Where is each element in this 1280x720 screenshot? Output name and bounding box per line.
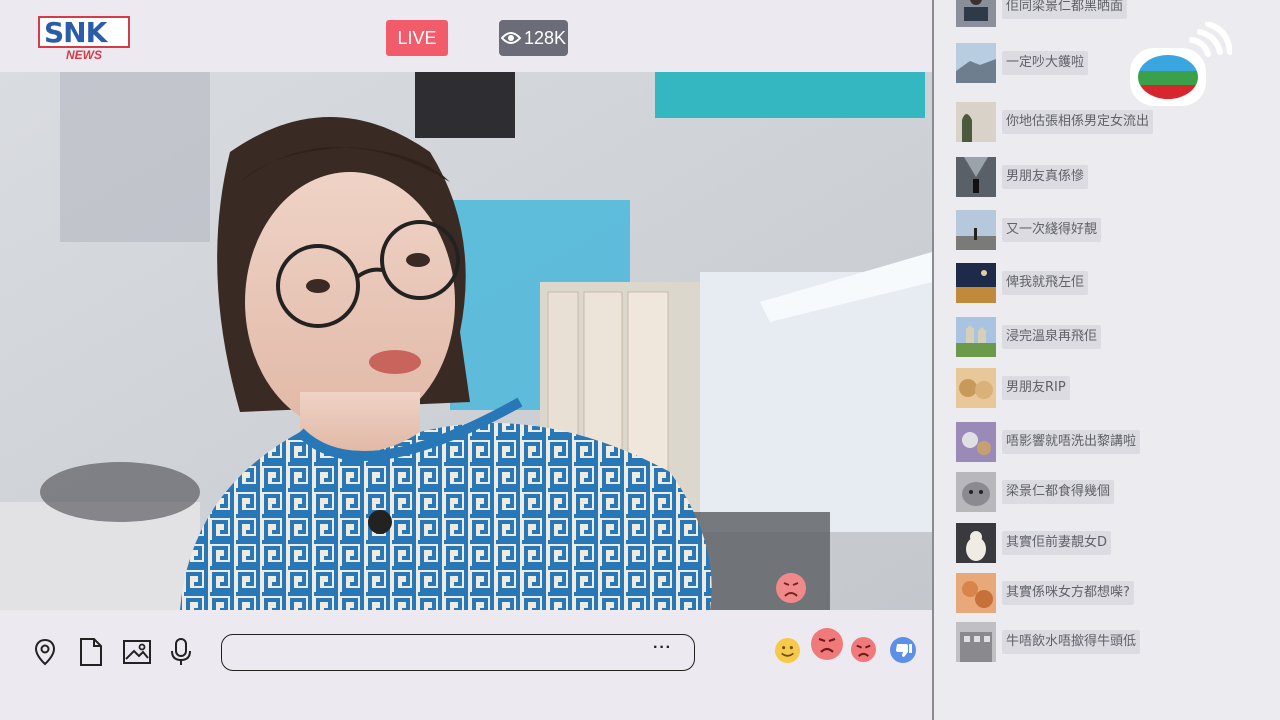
angry-emoji-button[interactable] <box>850 636 877 663</box>
avatar <box>956 523 996 563</box>
chat-message-text: 一定吵大鑊啦 <box>1002 51 1089 75</box>
avatar <box>956 43 996 83</box>
avatar <box>956 472 996 512</box>
live-video-stream[interactable] <box>0 72 932 610</box>
tvb-logo <box>1130 22 1232 106</box>
more-options-button[interactable]: ··· <box>653 639 672 657</box>
eye-icon <box>500 32 521 44</box>
avatar <box>956 573 996 613</box>
logo-text: SNK <box>44 16 107 48</box>
live-badge: LIVE <box>386 20 448 56</box>
avatar <box>956 622 996 662</box>
angry-emoji-large-button[interactable] <box>810 627 844 661</box>
chat-message-input[interactable]: ··· <box>221 634 695 671</box>
snk-news-logo: SNK NEWS <box>38 16 134 62</box>
avatar <box>956 0 996 27</box>
microphone-icon[interactable] <box>166 637 196 667</box>
avatar <box>956 157 996 197</box>
logo-subtitle: NEWS <box>66 48 102 62</box>
image-icon[interactable] <box>122 637 152 667</box>
document-icon[interactable] <box>76 637 106 667</box>
chat-message-text: 其實佢前妻靚女D <box>1002 531 1112 555</box>
viewer-count-badge: 128K <box>499 20 568 56</box>
chat-message-text: 佢同梁景仁都黑晒面 <box>1002 0 1128 19</box>
chat-message-text: 其實係咪女方都想喍? <box>1002 581 1134 605</box>
chat-message-text: 俾我就飛左佢 <box>1002 271 1089 295</box>
message-field[interactable] <box>234 635 638 671</box>
video-frame <box>0 72 932 610</box>
chat-message-text: 男朋友RIP <box>1002 376 1070 400</box>
avatar <box>956 263 996 303</box>
location-pin-icon[interactable] <box>30 637 60 667</box>
chat-message-text: 牛唔飲水唔撳得牛頭低 <box>1002 630 1141 654</box>
avatar <box>956 317 996 357</box>
chat-message-text: 又一次綫得好靚 <box>1002 218 1102 242</box>
floating-angry-emoji <box>776 573 806 603</box>
chat-message-text: 唔影響就唔洗出黎講啦 <box>1002 430 1141 454</box>
viewer-count: 128K <box>523 28 567 48</box>
avatar <box>956 102 996 142</box>
avatar <box>956 422 996 462</box>
smile-emoji-button[interactable] <box>774 637 801 664</box>
chat-message-text: 你地估張相係男定女流出 <box>1002 110 1154 134</box>
thumbs-down-icon[interactable] <box>889 636 917 664</box>
header-bar: SNK NEWS LIVE 128K <box>0 0 932 72</box>
live-chat-panel[interactable]: 佢同梁景仁都黑晒面 一定吵大鑊啦 你地估張相係男定女流出 男朋友真係慘 又一次綫… <box>934 0 1280 720</box>
chat-message-text: 浸完溫泉再飛佢 <box>1002 325 1102 349</box>
chat-message-text: 梁景仁都食得幾個 <box>1002 480 1115 504</box>
avatar <box>956 210 996 250</box>
chat-message-text: 男朋友真係慘 <box>1002 165 1089 189</box>
avatar <box>956 368 996 408</box>
